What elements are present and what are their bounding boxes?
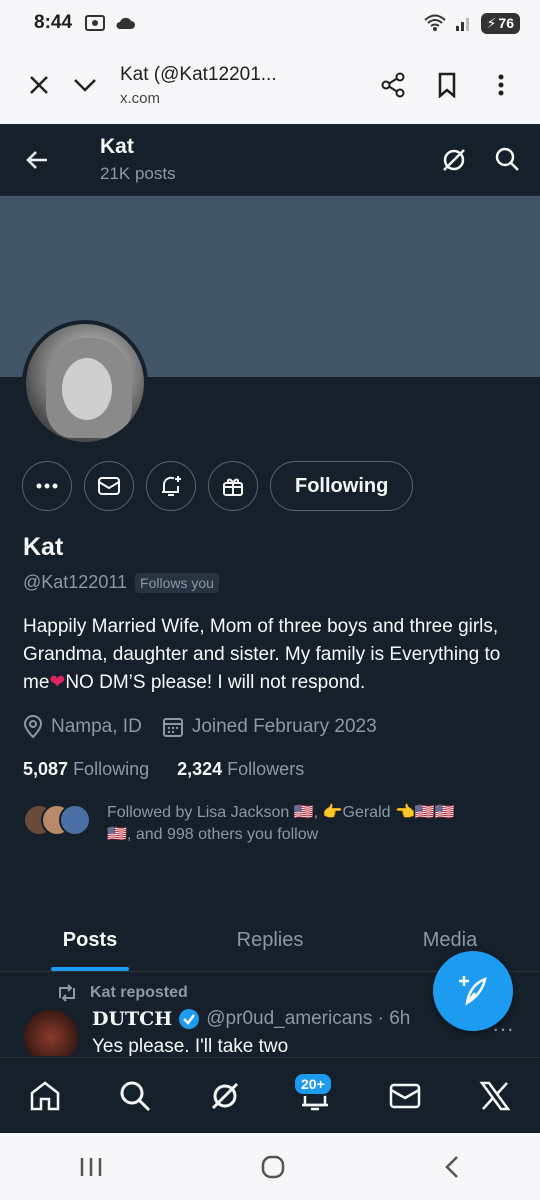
- post-text: Yes please. I'll take two: [92, 1036, 289, 1056]
- browser-toolbar: Kat (@Kat12201... x.com: [0, 46, 540, 124]
- x-logo-icon: [479, 1081, 511, 1110]
- profile-actions: Following: [22, 461, 414, 511]
- bolt-icon: ⚡: [486, 14, 497, 31]
- nav-grok[interactable]: [195, 1066, 255, 1126]
- recent-apps-icon[interactable]: [78, 1155, 104, 1179]
- post-author-name[interactable]: DUTCH: [92, 1008, 172, 1030]
- more-menu-button[interactable]: [478, 62, 524, 108]
- cloud-icon: [116, 17, 136, 29]
- share-icon: [381, 72, 405, 98]
- avatar-face: [62, 358, 112, 420]
- joined-text: Joined February 2023: [191, 716, 377, 737]
- tab-posts[interactable]: Posts: [0, 910, 180, 971]
- follows-you-badge: Follows you: [135, 572, 219, 593]
- profile-avatar[interactable]: [22, 320, 148, 446]
- notifications-badge: 20+: [293, 1071, 333, 1096]
- profile-info: Kat @Kat122011 Follows you Happily Marri…: [23, 533, 523, 846]
- joined-item: Joined February 2023: [162, 716, 377, 738]
- gift-icon: [223, 478, 243, 496]
- search-icon[interactable]: [494, 146, 520, 172]
- system-back-icon[interactable]: [442, 1155, 462, 1179]
- bookmark-icon: [438, 72, 456, 98]
- display-name: Kat: [23, 533, 64, 561]
- heart-emoji: ❤: [49, 672, 66, 693]
- nav-notifications[interactable]: 20+: [285, 1066, 345, 1126]
- profile-bio: Happily Married Wife, Mom of three boys …: [23, 613, 523, 697]
- header-post-count: 21K posts: [100, 164, 176, 183]
- bell-plus-icon: [162, 476, 181, 496]
- compose-post-button[interactable]: [433, 951, 513, 1031]
- close-icon: [30, 76, 48, 94]
- followers-label: Followers: [227, 759, 305, 779]
- following-count: 5,087: [23, 759, 69, 779]
- system-navigation-bar: [0, 1133, 540, 1200]
- following-label: Following: [73, 759, 150, 779]
- following-button[interactable]: Following: [270, 461, 414, 511]
- post-author-handle: @pr0ud_americans · 6h: [206, 1008, 411, 1029]
- grok-icon[interactable]: [440, 146, 468, 174]
- more-horizontal-icon: [36, 483, 58, 489]
- screenshot-icon: [85, 15, 106, 31]
- more-vertical-icon: [498, 74, 504, 96]
- bottom-navigation: 20+: [0, 1057, 540, 1133]
- share-button[interactable]: [370, 62, 416, 108]
- bio-text-end: NO DM’S please! I will not respond.: [65, 672, 366, 693]
- location-pin-icon: [23, 715, 43, 739]
- nav-search[interactable]: [105, 1066, 165, 1126]
- notify-button[interactable]: [146, 461, 196, 511]
- followed-by-row[interactable]: Followed by Lisa Jackson 🇺🇸, 👉Gerald 👈🇺🇸…: [23, 802, 523, 846]
- battery-indicator: ⚡ 76: [480, 12, 520, 34]
- followers-stat[interactable]: 2,324 Followers: [177, 759, 304, 780]
- nav-messages[interactable]: [375, 1066, 435, 1126]
- followed-by-line: Followed by Lisa Jackson 🇺🇸, 👉Gerald 👈🇺🇸…: [107, 804, 455, 821]
- post-author-avatar[interactable]: [22, 1008, 80, 1056]
- repost-label: Kat reposted: [90, 984, 188, 1001]
- mail-icon: [389, 1083, 421, 1108]
- wifi-icon: [423, 14, 446, 31]
- tab-title-area: Kat (@Kat12201... x.com: [120, 64, 370, 107]
- search-icon: [120, 1081, 151, 1111]
- following-stat[interactable]: 5,087 Following: [23, 759, 149, 780]
- calendar-icon: [162, 718, 183, 737]
- header-title-block: Kat 21K posts: [100, 135, 176, 184]
- location-text: Nampa, ID: [51, 716, 142, 737]
- status-bar: 8:44 ⚡ 76: [0, 0, 540, 46]
- chevron-down-icon: [74, 79, 96, 92]
- location-item: Nampa, ID: [23, 715, 142, 739]
- grok-icon: [211, 1082, 239, 1109]
- username-handle: @Kat122011: [23, 572, 128, 592]
- verified-badge-icon: [179, 1009, 200, 1029]
- signal-icon: [455, 18, 469, 31]
- repost-icon: [59, 984, 75, 1002]
- followed-by-line: 🇺🇸, and 998 others you follow: [107, 826, 319, 843]
- nav-home[interactable]: [15, 1066, 75, 1126]
- profile-header-bar: Kat 21K posts: [0, 124, 540, 196]
- message-button[interactable]: [84, 461, 134, 511]
- gift-button[interactable]: [208, 461, 258, 511]
- tab-replies[interactable]: Replies: [180, 910, 360, 971]
- arrow-left-icon: [26, 150, 47, 169]
- followed-by-text: Followed by Lisa Jackson 🇺🇸, 👉Gerald 👈🇺🇸…: [107, 802, 455, 846]
- minimize-tab-button[interactable]: [62, 62, 108, 108]
- close-tab-button[interactable]: [16, 62, 62, 108]
- bookmark-button[interactable]: [424, 62, 470, 108]
- header-name: Kat: [100, 135, 134, 158]
- mail-icon: [98, 477, 120, 495]
- mutual-avatars: [23, 804, 91, 836]
- more-options-button[interactable]: [22, 461, 72, 511]
- home-circle-icon[interactable]: [260, 1154, 286, 1180]
- back-button[interactable]: [14, 137, 60, 183]
- tab-title: Kat (@Kat12201...: [120, 63, 277, 85]
- mutual-avatar: [59, 804, 91, 836]
- battery-level: 76: [498, 15, 514, 31]
- status-time: 8:44: [34, 12, 73, 33]
- tab-url: x.com: [120, 89, 161, 107]
- compose-feather-icon: [459, 976, 487, 1006]
- followers-count: 2,324: [177, 759, 223, 779]
- nav-x[interactable]: [465, 1066, 525, 1126]
- home-icon: [30, 1080, 60, 1110]
